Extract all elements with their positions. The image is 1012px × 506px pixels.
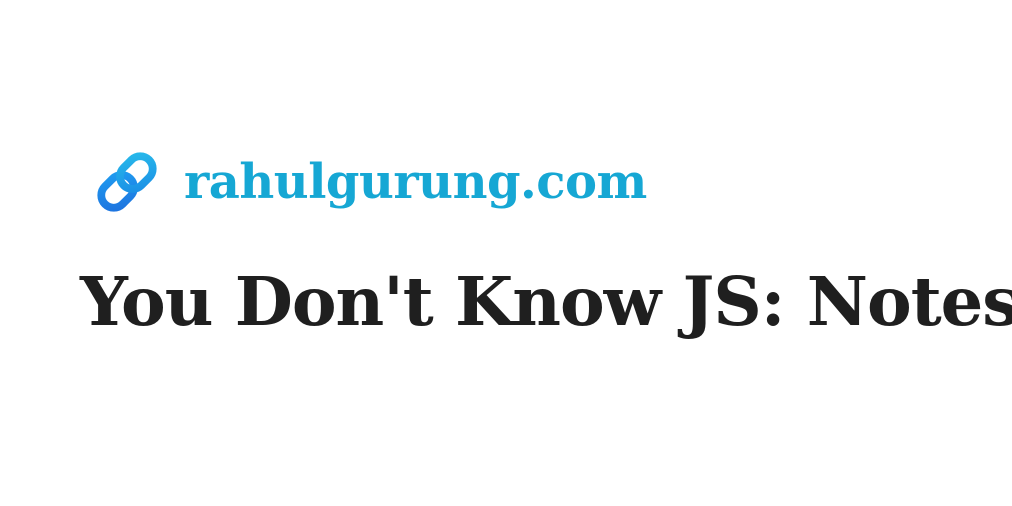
page-title: You Don't Know JS: Notes <box>80 262 1012 341</box>
social-card: rahulgurung.com You Don't Know JS: Notes <box>0 0 1012 506</box>
site-url: rahulgurung.com <box>184 154 647 210</box>
link-icon <box>97 152 157 212</box>
brand-row: rahulgurung.com <box>88 142 647 222</box>
